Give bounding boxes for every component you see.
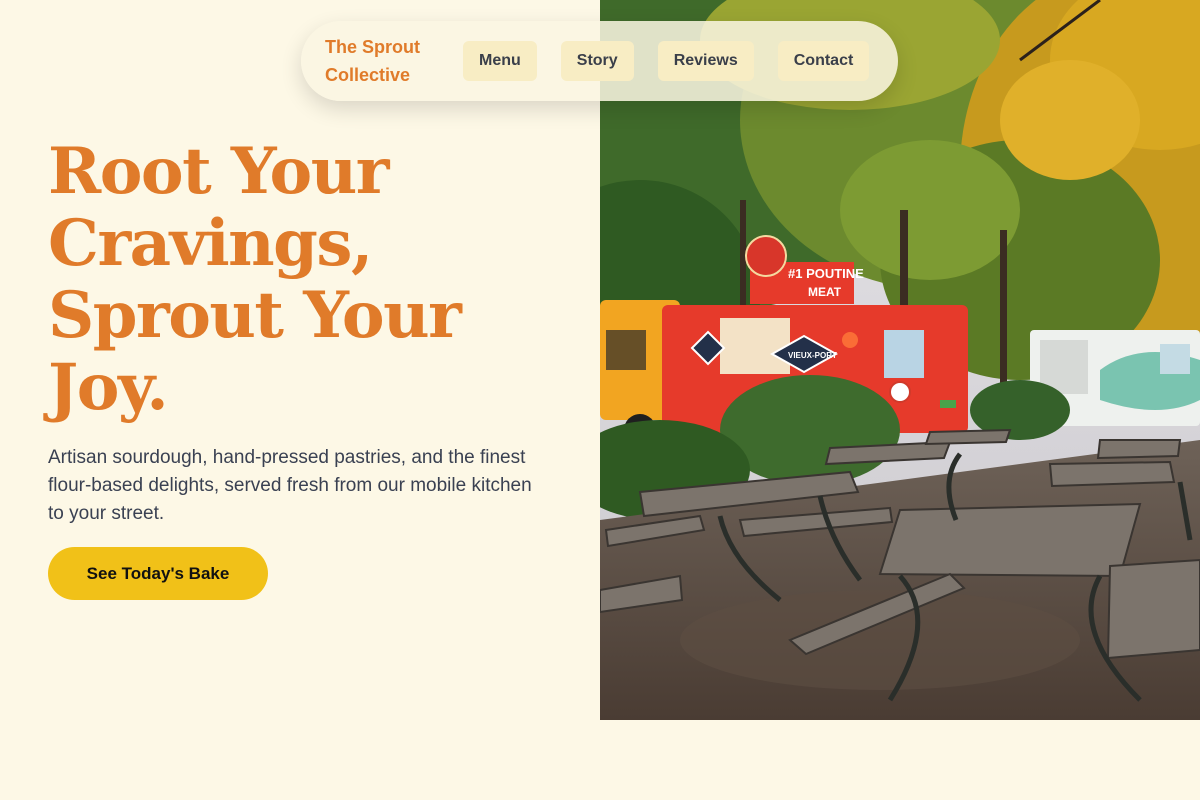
nav-story-button[interactable]: Story [560,41,634,81]
food-truck-scene: #1 POUTINE MEAT VIEUX-PORT [600,0,1200,720]
main-nav: The Sprout Collective Menu Story Reviews… [301,21,898,101]
see-todays-bake-button[interactable]: See Today's Bake [48,547,268,600]
hero-subtext: Artisan sourdough, hand-pressed pastries… [48,447,532,524]
brand-logo-text[interactable]: The Sprout Collective [325,33,445,89]
nav-contact-button[interactable]: Contact [777,41,870,81]
nav-links: Menu Story Reviews Contact [463,41,870,81]
svg-text:MEAT: MEAT [808,285,842,299]
hero-image: #1 POUTINE MEAT VIEUX-PORT [600,0,1200,720]
hero-headline: Root Your Cravings, Sprout Your Joy. [48,134,462,425]
nav-reviews-button[interactable]: Reviews [657,41,754,81]
nav-menu-button[interactable]: Menu [463,41,537,81]
page: #1 POUTINE MEAT VIEUX-PORT The Sprout Co… [0,0,1200,800]
svg-text:VIEUX-PORT: VIEUX-PORT [788,351,837,360]
svg-text:#1 POUTINE: #1 POUTINE [788,266,864,281]
